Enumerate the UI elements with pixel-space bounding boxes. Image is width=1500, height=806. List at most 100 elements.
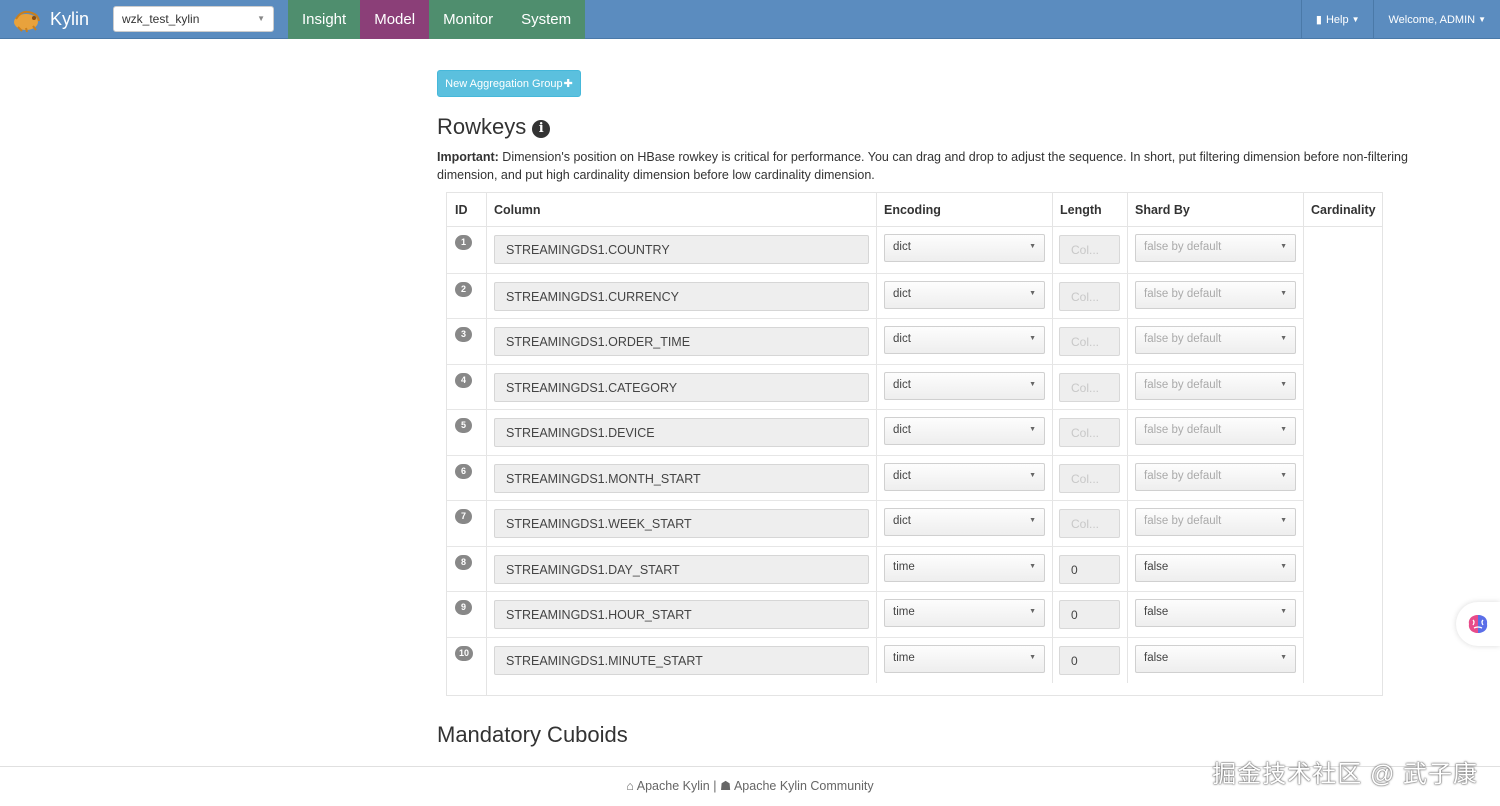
chevron-down-icon: ▼ [1280,243,1287,250]
chevron-down-icon: ▼ [1029,562,1036,570]
chevron-down-icon: ▼ [1280,653,1287,661]
chevron-down-icon: ▼ [1029,471,1036,479]
header-length: Length [1060,203,1102,217]
table-row[interactable]: 2 STREAMINGDS1.CURRENCY dict ▼ Col... false b… [447,272,1304,319]
table-row[interactable]: 9 STREAMINGDS1.HOUR_START time ▼ 0 false ▼ [447,591,1304,637]
encoding-select[interactable]: time ▼ [884,553,1045,582]
chevron-down-icon: ▼ [1280,289,1287,297]
table-row[interactable]: 3 STREAMINGDS1.ORDER_TIME dict ▼ Col... false… [447,318,1304,364]
row-id-badge: 7 [455,509,472,524]
plus-icon: ✚ [563,78,573,90]
help-menu[interactable]: ▮ Help ▼ [1300,0,1374,39]
encoding-value: dict [893,469,911,482]
rowkeys-table: ID Column Encoding Length Shard By Cardi… [446,192,1383,696]
tab-monitor[interactable]: Monitor [429,0,508,39]
encoding-select[interactable]: time ▼ [884,644,1045,673]
length-input[interactable]: 0 [1059,554,1120,584]
chevron-down-icon: ▼ [1029,517,1036,524]
length-input[interactable]: Col... [1059,418,1120,447]
table-row[interactable]: 10 STREAMINGDS1.MINUTE_START time ▼ 0 false ▼ [447,636,1304,683]
column-field: STREAMINGDS1.ORDER_TIME [494,327,869,356]
encoding-value: dict [893,333,911,345]
table-row[interactable]: 6 STREAMINGDS1.MONTH_START dict ▼ Col... fals… [447,454,1304,501]
shard-by-value: false by default [1144,424,1222,436]
shard-by-select[interactable]: false ▼ [1135,599,1296,627]
table-row[interactable]: 4 STREAMINGDS1.CATEGORY dict ▼ Col... false b… [447,363,1304,410]
shard-by-select[interactable]: false by default ▼ [1135,462,1296,491]
welcome-label: Welcome, ADMIN [1388,13,1476,26]
info-icon[interactable]: i [532,120,551,138]
new-aggregation-group-button[interactable]: New Aggregation Group ✚ [437,70,581,97]
shard-by-value: false by default [1144,241,1222,253]
shard-by-select[interactable]: false ▼ [1135,553,1296,582]
tab-insight[interactable]: Insight [288,0,361,39]
encoding-select[interactable]: dict ▼ [884,462,1045,491]
tab-system[interactable]: System [507,0,586,39]
new-aggregation-group-label: New Aggregation Group [445,77,563,90]
column-field: STREAMINGDS1.DEVICE [494,418,869,447]
shard-by-select[interactable]: false by default ▼ [1135,234,1296,262]
row-id-badge: 10 [455,645,474,661]
encoding-value: dict [893,378,911,391]
chevron-down-icon: ▼ [1280,562,1287,570]
tab-insight-label: Insight [302,11,347,28]
rowkeys-title-text: Rowkeys [437,114,527,139]
row-id-badge: 9 [455,600,472,615]
length-input[interactable]: 0 [1059,600,1120,629]
shard-by-select[interactable]: false ▼ [1135,644,1296,673]
column-field: STREAMINGDS1.CURRENCY [494,281,869,311]
top-navbar: Kylin wzk_test_kylin ▼ Insight Model Mon… [0,0,1500,39]
table-row[interactable]: 5 STREAMINGDS1.DEVICE dict ▼ Col... false by … [447,409,1304,455]
shard-by-value: false [1144,560,1169,573]
brand[interactable]: Kylin [0,0,100,39]
shard-by-select[interactable]: false by default ▼ [1135,371,1296,400]
rowkeys-title: Rowkeys i [437,114,551,140]
tab-system-label: System [521,11,572,28]
user-menu[interactable]: Welcome, ADMIN ▼ [1373,0,1500,39]
table-row[interactable]: 7 STREAMINGDS1.WEEK_START dict ▼ Col... false… [447,500,1304,546]
length-input[interactable]: 0 [1059,645,1120,675]
encoding-select[interactable]: dict ▼ [884,508,1045,536]
length-input[interactable]: Col... [1059,235,1120,264]
footer-separator: | [713,779,717,793]
encoding-select[interactable]: dict ▼ [884,417,1045,445]
important-text: Dimension's position on HBase rowkey is … [437,150,1408,182]
encoding-select[interactable]: dict ▼ [884,371,1045,400]
table-row[interactable]: 1 STREAMINGDS1.COUNTRY dict ▼ Col... false by… [447,227,1304,273]
shard-by-value: false by default [1144,515,1222,527]
footer-link-apache-kylin[interactable]: Apache Kylin [637,779,710,793]
encoding-select[interactable]: dict ▼ [884,234,1045,262]
assistant-float-button[interactable] [1456,602,1500,646]
encoding-select[interactable]: dict ▼ [884,280,1045,309]
length-input[interactable]: Col... [1059,327,1120,356]
length-input[interactable]: Col... [1059,509,1120,538]
encoding-value: dict [893,515,911,527]
chevron-down-icon: ▼ [1029,335,1036,342]
shard-by-select[interactable]: false by default ▼ [1135,326,1296,354]
row-id-badge: 1 [455,235,472,250]
encoding-select[interactable]: dict ▼ [884,326,1045,354]
home-icon: ⌂ [626,779,634,793]
project-select-value: wzk_test_kylin [122,12,200,26]
length-input[interactable]: Col... [1059,463,1120,493]
header-shard-by: Shard By [1135,203,1190,217]
shard-by-select[interactable]: false by default ▼ [1135,508,1296,536]
table-row[interactable]: 8 STREAMINGDS1.DAY_START time ▼ 0 false ▼ [447,545,1304,592]
length-input[interactable]: Col... [1059,372,1120,402]
chevron-down-icon: ▼ [1280,335,1287,342]
header-id: ID [455,203,468,217]
encoding-select[interactable]: time ▼ [884,599,1045,627]
length-input[interactable]: Col... [1059,281,1120,311]
column-field: STREAMINGDS1.WEEK_START [494,509,869,538]
column-field: STREAMINGDS1.MINUTE_START [494,645,869,675]
shard-by-select[interactable]: false by default ▼ [1135,280,1296,309]
kylin-logo-icon [14,10,40,32]
tab-model[interactable]: Model [360,0,430,39]
chevron-down-icon: ▼ [257,14,265,23]
chevron-down-icon: ▼ [1029,289,1036,297]
brain-icon [1468,615,1488,633]
encoding-value: dict [893,424,911,436]
shard-by-select[interactable]: false by default ▼ [1135,417,1296,445]
footer-link-community[interactable]: Apache Kylin Community [734,779,874,793]
project-select[interactable]: wzk_test_kylin ▼ [113,6,274,32]
